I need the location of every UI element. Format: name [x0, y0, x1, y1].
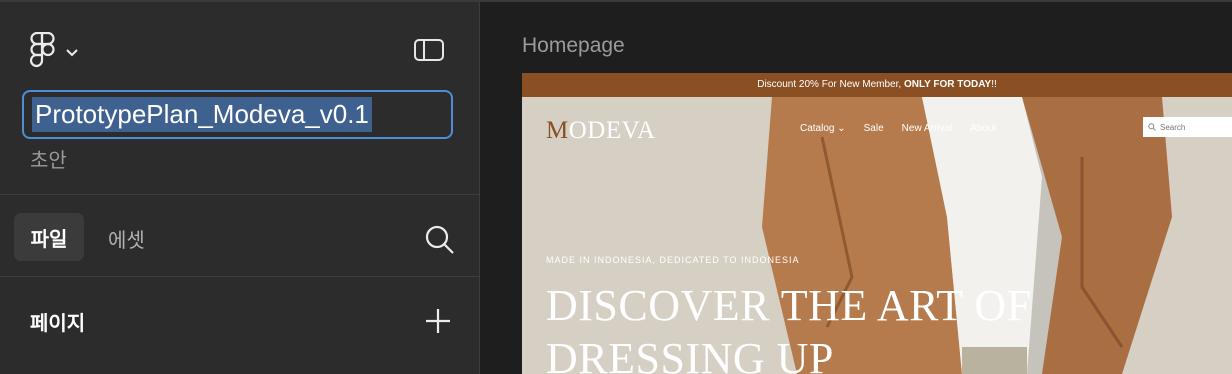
plus-icon[interactable] — [424, 307, 452, 335]
main-menu-button[interactable] — [29, 31, 78, 73]
site-logo-rest: ODEVA — [568, 117, 656, 144]
site-logo[interactable]: MODEVA — [546, 117, 656, 145]
chevron-down-icon: ⌄ — [837, 123, 846, 134]
figma-logo-icon — [29, 31, 56, 73]
nav-item-new-arrival[interactable]: New Arrival — [902, 123, 953, 134]
pages-section-title: 페이지 — [30, 313, 86, 335]
search-icon — [1148, 118, 1156, 136]
tab-files[interactable]: 파일 — [14, 213, 84, 261]
promo-text: Discount 20% For New Member, — [757, 79, 904, 90]
left-sidebar: PrototypePlan_Modeva_v0.1 초안 파일 에셋 페이지 — [0, 2, 480, 374]
nav-item-label: Catalog — [800, 123, 835, 134]
nav-item-catalog[interactable]: Catalog ⌄ — [800, 123, 846, 134]
divider — [0, 276, 479, 277]
chevron-down-icon — [66, 44, 78, 62]
frame-label[interactable]: Homepage — [522, 34, 625, 58]
panel-toggle-icon[interactable] — [414, 39, 444, 61]
site-nav: Catalog ⌄ Sale New Arrival About — [800, 123, 996, 134]
promo-bar: Discount 20% For New Member, ONLY FOR TO… — [522, 73, 1232, 97]
site-logo-initial: M — [546, 117, 569, 144]
promo-bold-text: ONLY FOR TODAY — [903, 79, 992, 90]
hero-section: MODEVA Catalog ⌄ Sale New Arrival About … — [522, 97, 1232, 374]
nav-item-about[interactable]: About — [970, 123, 996, 134]
file-name-text: PrototypePlan_Modeva_v0.1 — [32, 97, 372, 132]
tab-assets[interactable]: 에셋 — [108, 224, 145, 253]
homepage-frame[interactable]: Discount 20% For New Member, ONLY FOR TO… — [522, 73, 1232, 374]
nav-item-sale[interactable]: Sale — [864, 123, 884, 134]
promo-suffix: !! — [991, 79, 997, 90]
divider — [0, 194, 479, 195]
hero-subtitle: MADE IN INDONESIA, DEDICATED TO INDONESI… — [546, 255, 800, 265]
site-search-box — [1143, 117, 1232, 137]
hero-title: DISCOVER THE ART OF DRESSING UP — [546, 281, 1032, 374]
file-name-input[interactable]: PrototypePlan_Modeva_v0.1 — [22, 90, 453, 139]
site-search-input[interactable] — [1160, 122, 1230, 132]
file-status: 초안 — [30, 150, 67, 172]
search-icon[interactable] — [424, 224, 456, 256]
